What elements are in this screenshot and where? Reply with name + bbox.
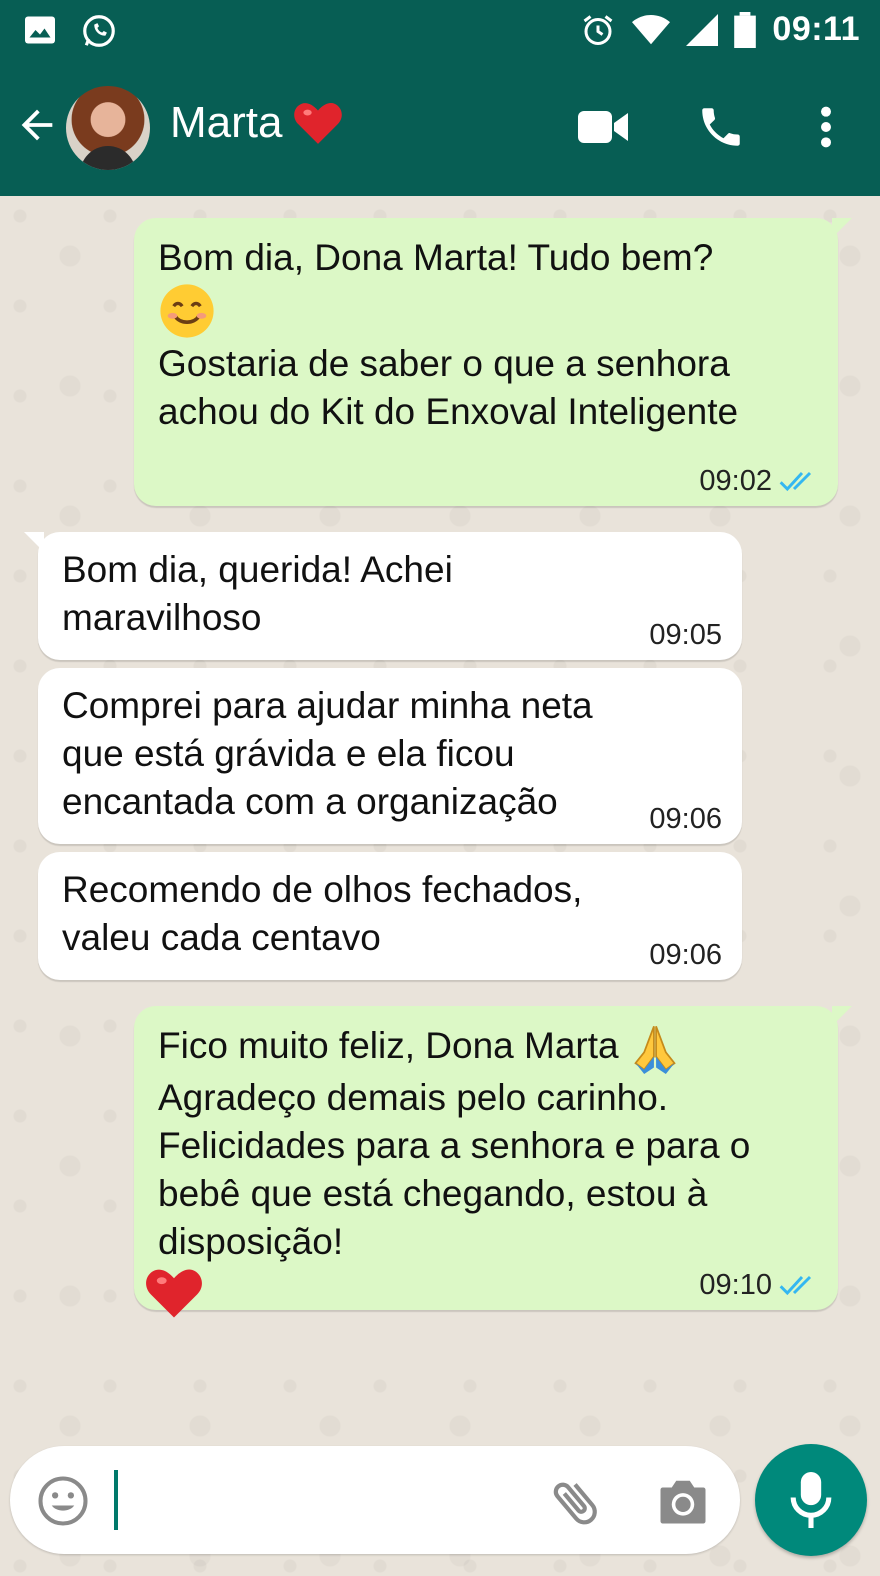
wifi-icon	[632, 14, 671, 44]
mic-icon	[790, 1472, 832, 1528]
read-ticks-icon	[779, 471, 812, 492]
message-incoming[interactable]: Recomendo de olhos fechados, valeu cada …	[38, 852, 742, 980]
text-input-cursor[interactable]	[114, 1470, 118, 1530]
pray-emoji-icon	[634, 1026, 676, 1075]
more-vert-icon[interactable]	[808, 104, 844, 150]
image-icon	[25, 16, 55, 44]
message-meta: 09:06	[649, 804, 722, 834]
message-time: 09:06	[649, 939, 722, 971]
message-meta: 09:10	[699, 1270, 818, 1300]
message-time: 09:02	[699, 465, 772, 497]
chat-header: Marta	[0, 62, 880, 196]
message-meta: 09:05	[649, 620, 722, 650]
message-incoming[interactable]: Comprei para ajudar minha neta que está …	[38, 668, 742, 844]
video-call-icon[interactable]	[578, 108, 630, 146]
message-outgoing[interactable]: Fico muito feliz, Dona Marta Agradeço de…	[134, 1006, 852, 1318]
phone-icon[interactable]	[696, 102, 746, 152]
message-incoming[interactable]: Bom dia, querida! Achei maravilhoso 09:0…	[24, 532, 742, 660]
message-time: 09:10	[699, 1269, 772, 1301]
contact-title[interactable]: Marta	[170, 98, 344, 148]
message-meta: 09:06	[649, 940, 722, 970]
message-composer[interactable]	[10, 1446, 740, 1554]
read-ticks-icon	[779, 1275, 812, 1296]
contact-name: Marta	[170, 98, 283, 147]
message-text: Bom dia, querida! Achei maravilhoso	[62, 549, 453, 638]
alarm-icon	[584, 14, 613, 45]
message-outgoing[interactable]: Bom dia, Dona Marta! Tudo bem? Gostaria …	[134, 218, 852, 506]
heart-icon	[294, 102, 343, 144]
status-bar: 09:11	[0, 0, 880, 62]
message-time: 09:05	[649, 619, 722, 651]
voice-record-button[interactable]	[755, 1444, 867, 1556]
message-meta: 09:02	[699, 466, 818, 496]
heart-icon	[146, 1269, 202, 1318]
whatsapp-icon	[83, 15, 115, 47]
signal-icon	[686, 13, 719, 46]
message-text: Comprei para ajudar minha neta que está …	[62, 685, 593, 822]
avatar[interactable]	[66, 86, 150, 170]
attach-icon[interactable]	[548, 1474, 604, 1530]
message-time: 09:06	[649, 803, 722, 835]
battery-icon	[734, 11, 757, 48]
back-arrow-icon[interactable]	[14, 102, 60, 148]
emoji-icon[interactable]	[36, 1474, 90, 1528]
camera-icon[interactable]	[656, 1476, 710, 1526]
message-text: Recomendo de olhos fechados, valeu cada …	[62, 869, 583, 958]
smile-emoji-icon	[160, 284, 214, 338]
status-time: 09:11	[772, 10, 860, 48]
message-text: Bom dia, Dona Marta! Tudo bem? Gostaria …	[158, 237, 739, 432]
